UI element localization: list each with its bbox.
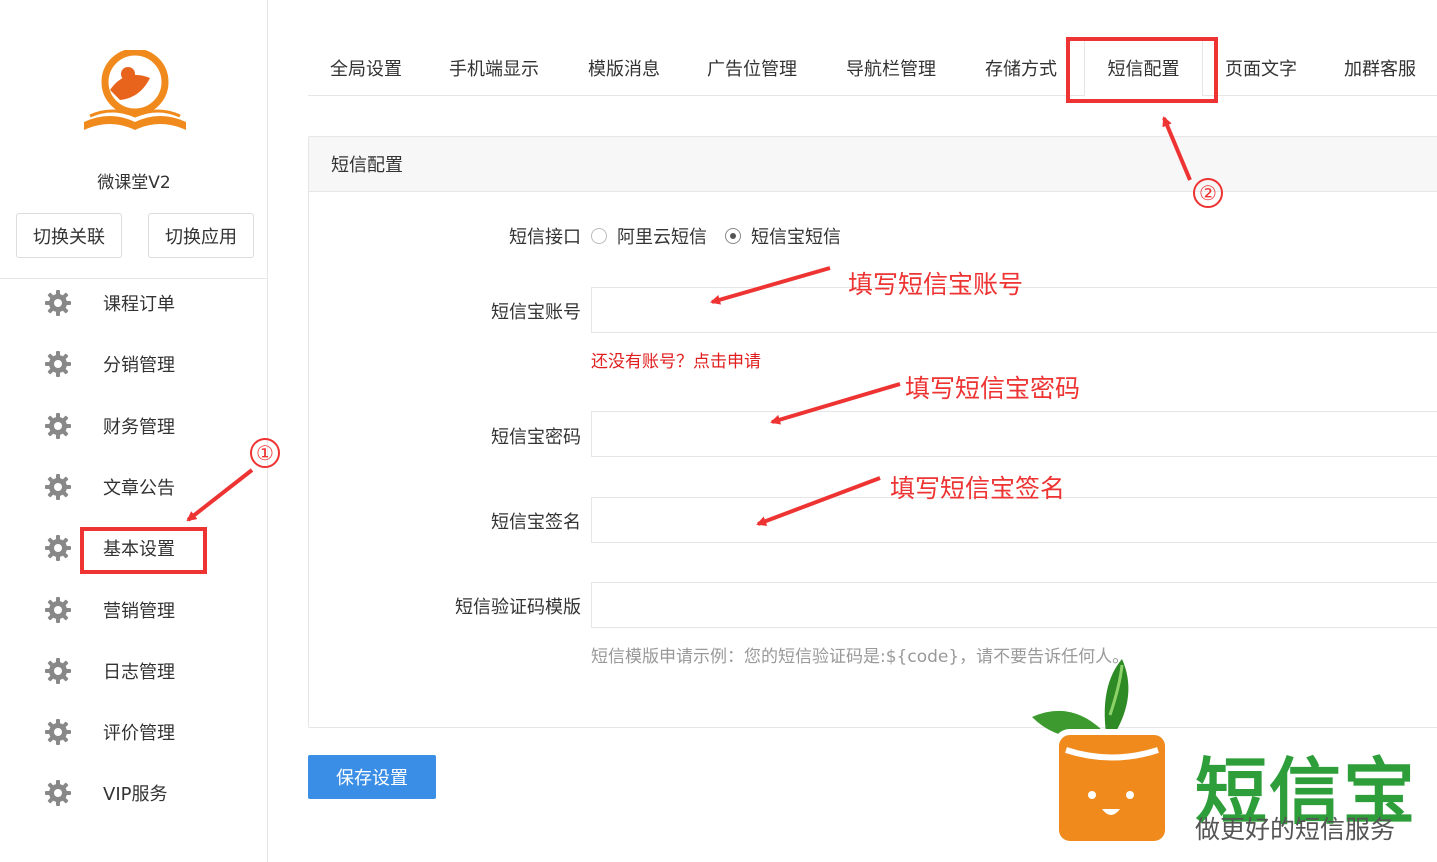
sidebar-item-course-orders[interactable]: 课程订单 (0, 281, 268, 325)
gear-icon (45, 535, 71, 562)
template-label: 短信验证码模版 (455, 597, 581, 618)
step-1-marker: ① (250, 438, 280, 468)
gear-icon (45, 657, 71, 684)
book-logo-icon (84, 48, 186, 130)
highlight-box-basic-settings (80, 527, 207, 574)
sms-interface-label: 短信接口 (509, 227, 581, 248)
sidebar-item-label: 日志管理 (103, 661, 175, 683)
tab-navbar[interactable]: 导航栏管理 (846, 40, 936, 96)
sidebar-item-label: 分销管理 (103, 355, 175, 377)
switch-link-button[interactable]: 切换关联 (16, 213, 122, 258)
sidebar-item-label: 评价管理 (103, 723, 175, 745)
sidebar-item-logs[interactable]: 日志管理 (0, 649, 268, 693)
settings-tabs: 全局设置 手机端显示 模版消息 广告位管理 导航栏管理 存储方式 短信配置 页面… (308, 40, 1437, 97)
highlight-box-sms-tab (1066, 37, 1218, 103)
annotation-fill-account: 填写短信宝账号 (848, 270, 1024, 299)
sidebar: 微课堂V2 切换关联 切换应用 课程订单 分销管理 财务管理 文章公告 基本设置 营销管理… (0, 0, 268, 862)
annotation-fill-password: 填写短信宝密码 (905, 374, 1081, 403)
gear-icon (45, 351, 71, 378)
gear-icon (45, 412, 71, 439)
gear-icon (45, 473, 71, 500)
radio-aliyun-sms[interactable] (591, 228, 607, 244)
annotation-fill-signature: 填写短信宝签名 (890, 474, 1066, 503)
sidebar-item-vip-service[interactable]: VIP服务 (0, 771, 268, 815)
panel-title: 短信配置 (309, 137, 1437, 192)
tab-storage[interactable]: 存储方式 (985, 40, 1057, 96)
signup-link[interactable]: 还没有账号？点击申请 (591, 347, 761, 372)
orange-mascot-icon (1032, 659, 1171, 847)
tab-template-message[interactable]: 模版消息 (588, 40, 660, 96)
tab-page-text[interactable]: 页面文字 (1225, 40, 1297, 96)
account-label: 短信宝账号 (491, 302, 581, 323)
radio-smsbao[interactable] (725, 228, 741, 244)
sidebar-item-label: 课程订单 (103, 294, 175, 315)
save-settings-button[interactable]: 保存设置 (308, 755, 436, 799)
sidebar-divider (0, 278, 268, 279)
sidebar-item-reviews[interactable]: 评价管理 (0, 710, 268, 754)
app-logo (80, 48, 190, 136)
tab-global-settings[interactable]: 全局设置 (330, 40, 402, 96)
switch-app-button[interactable]: 切换应用 (148, 213, 254, 258)
sidebar-item-label: VIP服务 (103, 784, 168, 806)
tab-mobile-display[interactable]: 手机端显示 (449, 40, 539, 96)
sidebar-item-finance[interactable]: 财务管理 (0, 404, 268, 448)
sidebar-item-articles[interactable]: 文章公告 (0, 465, 268, 509)
gear-icon (45, 719, 71, 746)
sidebar-item-label: 财务管理 (103, 416, 175, 438)
password-input[interactable] (591, 411, 1437, 457)
sms-config-panel: 短信配置 短信接口 阿里云短信 短信宝短信 短信宝账号 还没有账号？点击申请 短… (308, 136, 1437, 728)
radio-aliyun-sms-label[interactable]: 阿里云短信 (617, 223, 707, 249)
gear-icon (45, 290, 71, 316)
sidebar-item-marketing[interactable]: 营销管理 (0, 588, 268, 632)
sidebar-item-label: 营销管理 (103, 600, 175, 622)
gear-icon (45, 780, 71, 807)
radio-smsbao-label[interactable]: 短信宝短信 (751, 223, 841, 249)
signature-label: 短信宝签名 (491, 512, 581, 533)
tab-group-service[interactable]: 加群客服 (1344, 40, 1416, 96)
app-name: 微课堂V2 (97, 173, 171, 193)
template-input[interactable] (591, 582, 1437, 628)
step-2-marker: ② (1193, 178, 1223, 208)
gear-icon (45, 596, 71, 623)
tab-ad-slots[interactable]: 广告位管理 (707, 40, 797, 96)
sidebar-item-label: 文章公告 (103, 477, 175, 499)
password-label: 短信宝密码 (491, 427, 581, 448)
brand-slogan: 做更好的短信服务 (1195, 815, 1396, 844)
sms-interface-radio-group: 阿里云短信 短信宝短信 (591, 223, 859, 249)
sidebar-item-distribution[interactable]: 分销管理 (0, 342, 268, 386)
page-root: 微课堂V2 切换关联 切换应用 课程订单 分销管理 财务管理 文章公告 基本设置 营销管理… (0, 0, 1437, 862)
brand-watermark: 短信宝 做更好的短信服务 (1030, 655, 1437, 862)
